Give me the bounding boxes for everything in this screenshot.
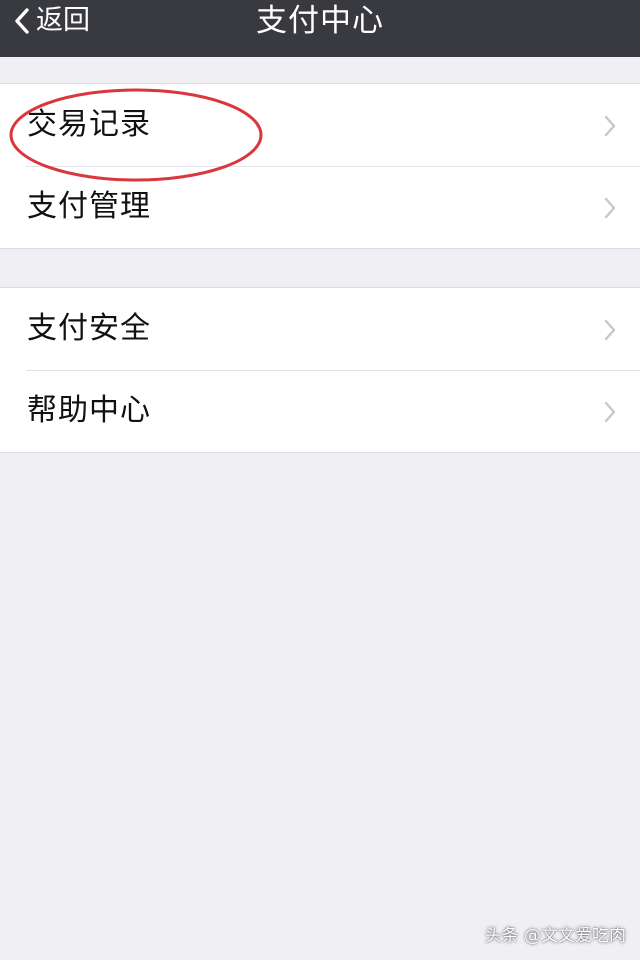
watermark: 头条 @文文爱吃肉 xyxy=(484,926,626,946)
menu-item-label: 帮助中心 xyxy=(27,393,151,428)
page-title: 支付中心 xyxy=(256,3,384,39)
navigation-bar: 返回 支付中心 xyxy=(0,0,640,57)
menu-item-label: 交易记录 xyxy=(27,107,151,142)
chevron-right-icon xyxy=(604,401,616,427)
chevron-right-icon xyxy=(604,319,616,345)
chevron-right-icon xyxy=(604,197,616,223)
menu-item-payment-management[interactable]: 支付管理 xyxy=(0,166,640,248)
menu-group-records: 交易记录 支付管理 xyxy=(0,83,640,249)
menu-item-label: 支付管理 xyxy=(27,189,151,224)
menu-item-help-center[interactable]: 帮助中心 xyxy=(0,370,640,452)
menu-item-payment-security[interactable]: 支付安全 xyxy=(0,288,640,370)
menu-group-security: 支付安全 帮助中心 xyxy=(0,287,640,453)
menu-item-transaction-records[interactable]: 交易记录 xyxy=(0,84,640,166)
chevron-right-icon xyxy=(604,115,616,141)
menu-item-label: 支付安全 xyxy=(27,311,151,346)
